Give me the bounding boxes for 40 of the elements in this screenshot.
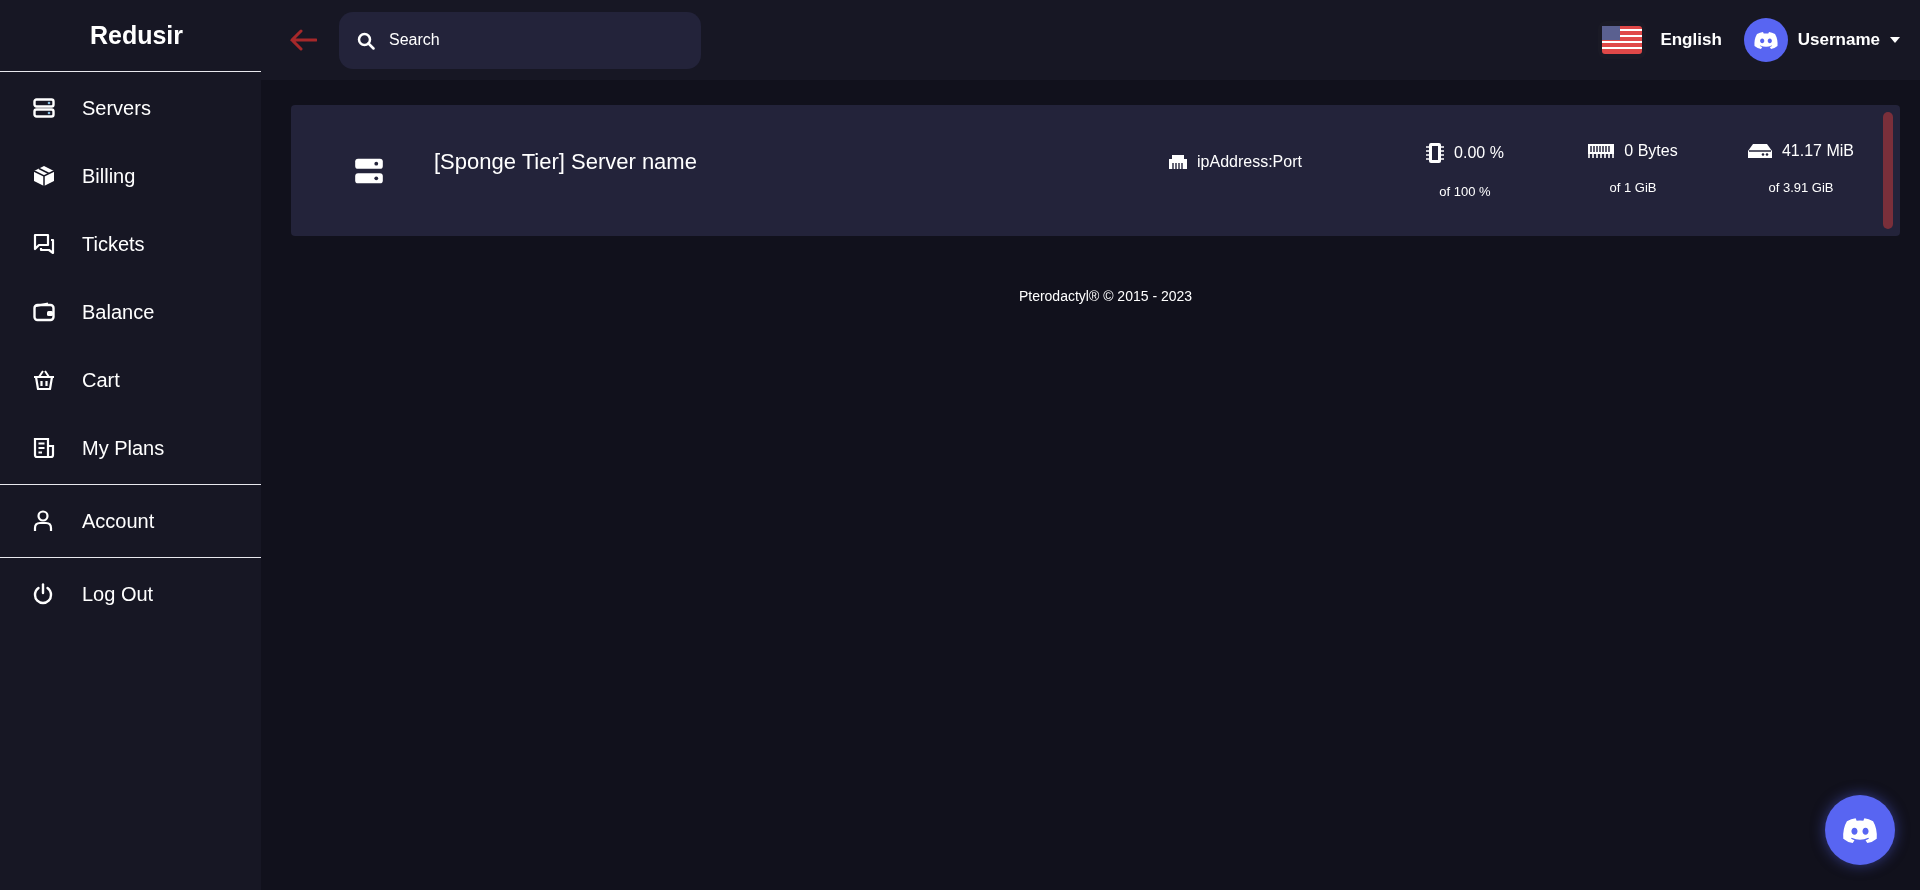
box-icon: [33, 165, 55, 187]
hard-drive-icon: [1747, 143, 1772, 159]
ethernet-icon: [1168, 153, 1188, 170]
usage-limit: of 1 GiB: [1609, 180, 1657, 195]
caret-icon: [1890, 37, 1900, 43]
language-selector[interactable]: English: [1598, 21, 1722, 59]
search-icon: [357, 31, 375, 50]
brand-title: Redusir: [88, 21, 184, 50]
usage-value: 41.17 MiB: [1781, 142, 1854, 160]
user-menu[interactable]: Username: [1743, 18, 1900, 62]
user-icon: [33, 510, 53, 532]
sidebar-item[interactable]: Balance: [0, 278, 261, 346]
usage-limit: of 100 %: [1439, 184, 1491, 199]
sidebar-item[interactable]: Billing: [0, 142, 261, 210]
sidebar-item[interactable]: My Plans: [0, 414, 261, 482]
usage-value: 0 Bytes: [1624, 142, 1678, 160]
chip-icon: [1426, 142, 1445, 164]
copyright-text: Pterodactyl® © 2015 - 2023: [1018, 288, 1193, 304]
server-card[interactable]: [Sponge Tier] Server name ipAddress:Port 0.00 % of 100 % 0 Bytes of 1 GiB 41.17 MiB of 3.91 GiB: [291, 105, 1900, 236]
server-name: [Sponge Tier] Server name: [434, 148, 698, 175]
flag-icon: [1602, 26, 1643, 54]
discord-icon: [1753, 29, 1778, 51]
sidebar-item[interactable]: Servers: [0, 74, 261, 142]
wallet-icon: [33, 302, 55, 322]
memory-icon: [1588, 143, 1615, 159]
sidebar-item[interactable]: Tickets: [0, 210, 261, 278]
usage-value: 0.00 %: [1454, 144, 1504, 162]
search-field[interactable]: Search: [339, 11, 701, 69]
server-address: ipAddress:Port: [1197, 152, 1302, 171]
chat-icon: [33, 233, 55, 255]
sidebar-item[interactable]: Account: [0, 487, 261, 555]
basket-icon: [33, 369, 55, 391]
server-icon: [33, 98, 55, 118]
back-arrow-icon[interactable]: [289, 29, 317, 51]
sidebar-item[interactable]: Log Out: [0, 560, 261, 628]
sidebar-item[interactable]: Cart: [0, 346, 261, 414]
document-icon: [33, 437, 55, 459]
usage-limit: of 3.91 GiB: [1768, 180, 1834, 195]
discord-button[interactable]: [1825, 795, 1895, 865]
power-icon: [33, 583, 53, 605]
